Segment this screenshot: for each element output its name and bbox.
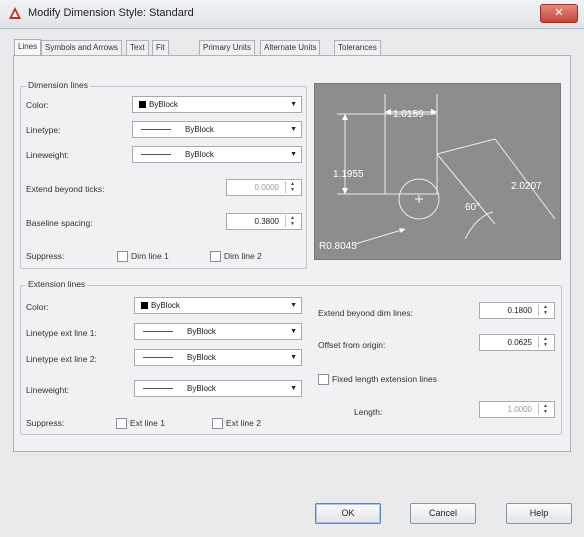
dropdown-arrow-icon: ▼ <box>290 328 297 335</box>
dim-linetype-combo[interactable]: ByBlock ▼ <box>132 121 302 138</box>
lineweight-sample <box>143 388 173 389</box>
ext-offset-spinner[interactable]: 0.0625 ▲ ▼ <box>479 334 555 351</box>
linetype-sample <box>143 331 173 332</box>
ext-linetype1-value: ByBlock <box>187 327 216 336</box>
ext-extend-value: 0.1800 <box>507 306 532 315</box>
ext-line-1-checkbox[interactable] <box>116 418 127 429</box>
ext-color-combo[interactable]: ByBlock ▼ <box>134 297 302 314</box>
dropdown-arrow-icon: ▼ <box>290 126 297 133</box>
ext-extend-label: Extend beyond dim lines: <box>318 308 413 318</box>
length-label: Length: <box>354 407 383 417</box>
dimension-lines-group <box>20 86 307 269</box>
lineweight-sample <box>141 154 171 155</box>
tab-alternate-units[interactable]: Alternate Units <box>260 40 321 55</box>
linetype-sample <box>141 129 171 130</box>
ext-line-1-label: Ext line 1 <box>130 418 165 428</box>
dim-color-combo[interactable]: ByBlock ▼ <box>132 96 302 113</box>
dim-color-value: ByBlock <box>149 100 178 109</box>
ext-line-2-checkbox[interactable] <box>212 418 223 429</box>
cancel-button[interactable]: Cancel <box>410 503 476 524</box>
ok-button[interactable]: OK <box>315 503 381 524</box>
dropdown-arrow-icon: ▼ <box>290 302 297 309</box>
dim-suppress-label: Suppress: <box>26 251 65 261</box>
title-bar: Modify Dimension Style: Standard ✕ <box>0 0 584 29</box>
help-button[interactable]: Help <box>506 503 572 524</box>
preview-dim-left: 1.1955 <box>333 169 364 180</box>
dim-baseline-spinner[interactable]: 0.3800 ▲ ▼ <box>226 213 302 230</box>
ext-color-label: Color: <box>26 302 49 312</box>
color-swatch <box>139 101 146 108</box>
ext-linetype2-value: ByBlock <box>187 353 216 362</box>
preview-drawing: 1.0159 1.1955 2.0207 60° R0.8045 <box>319 94 556 252</box>
spinner-arrows-icon[interactable]: ▲ ▼ <box>538 336 552 348</box>
dim-line-2-checkbox[interactable] <box>210 251 221 262</box>
preview-angle: 60° <box>465 202 480 213</box>
spinner-arrows-icon[interactable]: ▲ ▼ <box>285 215 299 227</box>
tab-tolerances[interactable]: Tolerances <box>334 40 381 55</box>
dropdown-arrow-icon: ▼ <box>290 151 297 158</box>
dim-lineweight-label: Lineweight: <box>26 150 70 160</box>
ext-linetype2-label: Linetype ext line 2: <box>26 354 97 364</box>
ext-linetype2-combo[interactable]: ByBlock ▼ <box>134 349 302 366</box>
close-button[interactable]: ✕ <box>540 4 578 23</box>
spinner-arrows-icon[interactable]: ▲ ▼ <box>538 403 552 415</box>
ext-lineweight-combo[interactable]: ByBlock ▼ <box>134 380 302 397</box>
fixed-length-label: Fixed length extension lines <box>332 374 437 384</box>
spinner-arrows-icon[interactable]: ▲ ▼ <box>538 304 552 316</box>
ext-lineweight-label: Lineweight: <box>26 385 70 395</box>
length-value: 1.0000 <box>507 405 532 414</box>
preview-dim-right: 2.0207 <box>511 181 542 192</box>
dim-extend-label: Extend beyond ticks: <box>26 184 105 194</box>
ext-extend-spinner[interactable]: 0.1800 ▲ ▼ <box>479 302 555 319</box>
dim-extend-value: 0.0000 <box>254 183 279 192</box>
dropdown-arrow-icon: ▼ <box>290 354 297 361</box>
dim-line-1-checkbox[interactable] <box>117 251 128 262</box>
length-spinner[interactable]: 1.0000 ▲ ▼ <box>479 401 555 418</box>
tab-fit[interactable]: Fit <box>152 40 169 55</box>
preview-dim-top: 1.0159 <box>393 109 424 120</box>
ext-color-value: ByBlock <box>151 301 180 310</box>
tab-symbols-and-arrows[interactable]: Symbols and Arrows <box>41 40 122 55</box>
dim-lineweight-combo[interactable]: ByBlock ▼ <box>132 146 302 163</box>
dimension-arrow <box>342 188 348 194</box>
tab-primary-units[interactable]: Primary Units <box>199 40 256 55</box>
spinner-arrows-icon[interactable]: ▲ ▼ <box>285 181 299 193</box>
ext-suppress-label: Suppress: <box>26 418 65 428</box>
ext-offset-label: Offset from origin: <box>318 340 386 350</box>
dim-color-label: Color: <box>26 100 49 110</box>
ext-lineweight-value: ByBlock <box>187 384 216 393</box>
dim-extend-spinner[interactable]: 0.0000 ▲ ▼ <box>226 179 302 196</box>
dimension-preview: 1.0159 1.1955 2.0207 60° R0.8045 <box>314 83 561 260</box>
dim-baseline-value: 0.3800 <box>254 217 279 226</box>
fixed-length-checkbox[interactable] <box>318 374 329 385</box>
ext-offset-value: 0.0625 <box>507 338 532 347</box>
dimension-arrow <box>342 114 348 120</box>
window-title: Modify Dimension Style: Standard <box>28 7 194 19</box>
dim-line-1-label: Dim line 1 <box>131 251 169 261</box>
preview-radius: R0.8045 <box>319 241 357 252</box>
dropdown-arrow-icon: ▼ <box>290 101 297 108</box>
ext-linetype1-label: Linetype ext line 1: <box>26 328 97 338</box>
ext-line-2-label: Ext line 2 <box>226 418 261 428</box>
dim-baseline-label: Baseline spacing: <box>26 218 93 228</box>
linetype-sample <box>143 357 173 358</box>
extension-lines-legend: Extension lines <box>26 279 88 289</box>
color-swatch <box>141 302 148 309</box>
dim-lineweight-value: ByBlock <box>185 150 214 159</box>
dim-line-2-label: Dim line 2 <box>224 251 262 261</box>
dim-linetype-value: ByBlock <box>185 125 214 134</box>
ext-linetype1-combo[interactable]: ByBlock ▼ <box>134 323 302 340</box>
dimension-lines-legend: Dimension lines <box>26 80 90 90</box>
tab-lines[interactable]: Lines <box>14 39 42 55</box>
tab-text[interactable]: Text <box>126 40 149 55</box>
dim-linetype-label: Linetype: <box>26 125 61 135</box>
dropdown-arrow-icon: ▼ <box>290 385 297 392</box>
autocad-app-icon <box>9 7 21 19</box>
